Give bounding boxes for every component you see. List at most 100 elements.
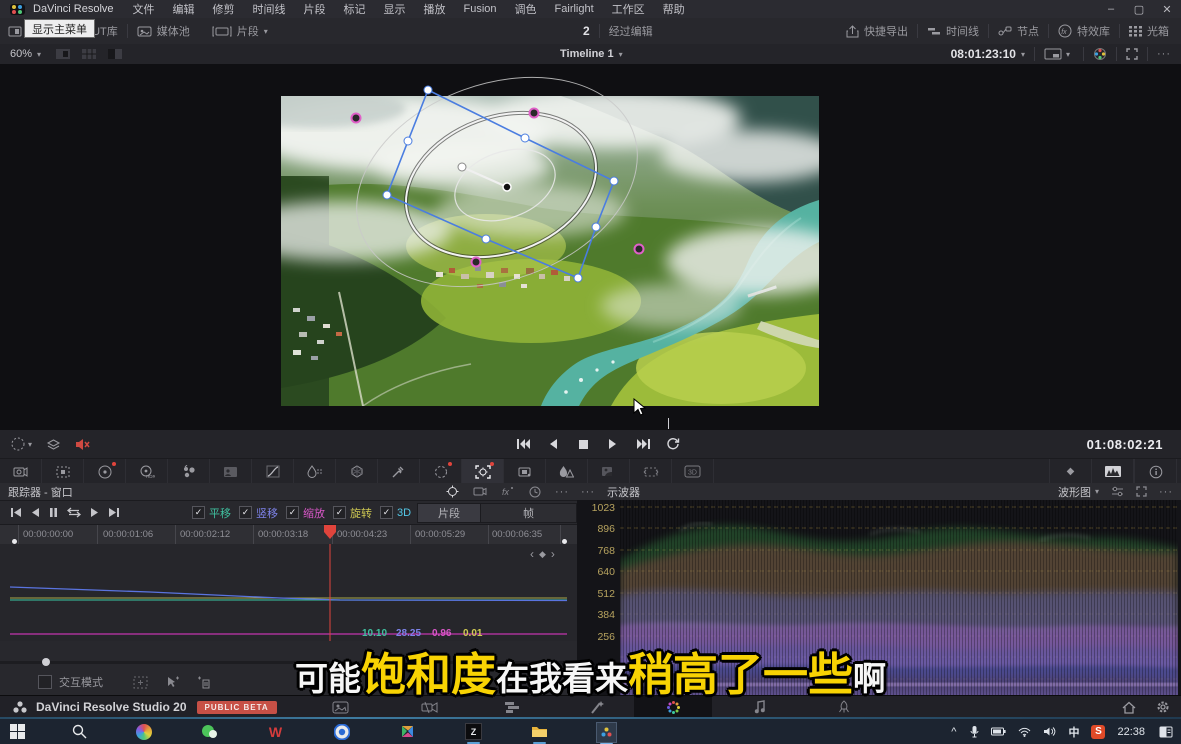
scope-options-menu[interactable]: ··· — [1159, 486, 1173, 498]
browser-app-icon[interactable] — [332, 722, 351, 741]
slider-handle[interactable] — [42, 658, 50, 666]
clips-button[interactable]: 片段 ▾ — [212, 23, 268, 39]
color-match-tab[interactable] — [42, 459, 84, 484]
menu-workspace[interactable]: 工作区 — [612, 1, 645, 17]
next-keyframe-icon[interactable]: › — [551, 547, 555, 561]
photos-app-icon[interactable] — [134, 722, 153, 741]
scope-settings-icon[interactable] — [1111, 486, 1124, 497]
window-close-button[interactable]: ✕ — [1153, 0, 1181, 18]
info-panel-button[interactable] — [1134, 459, 1177, 484]
analyze-3d-checkbox[interactable]: ✓ 3D — [380, 506, 411, 519]
timeline-selector[interactable]: Timeline 1 ▾ — [560, 48, 623, 60]
menu-fusion[interactable]: Fusion — [464, 3, 497, 15]
insert-tracker-box-icon[interactable] — [133, 676, 148, 689]
effects-library-button[interactable]: fx 特效库 — [1058, 23, 1110, 39]
track-to-end-button[interactable] — [108, 507, 120, 518]
split-view-icon[interactable] — [81, 48, 97, 60]
lightbox-button[interactable]: 光箱 — [1129, 23, 1169, 39]
window-tab[interactable] — [420, 459, 462, 484]
timelines-button[interactable]: 时间线 — [927, 23, 979, 39]
curves-tab[interactable] — [252, 459, 294, 484]
stop-button[interactable] — [572, 436, 594, 452]
camera-tracker-icon[interactable] — [473, 486, 487, 497]
color-wheels-tab[interactable] — [84, 459, 126, 484]
app-logo-icon[interactable] — [10, 4, 25, 15]
gallery-button[interactable] — [8, 26, 22, 37]
menu-timeline[interactable]: 时间线 — [253, 1, 286, 17]
viewer-timecode-box[interactable]: 08:01:23:10 ▾ — [951, 47, 1025, 61]
viewer-options-menu[interactable]: ··· — [1157, 48, 1171, 60]
menu-file[interactable]: 文件 — [133, 1, 155, 17]
step-back-button[interactable] — [542, 436, 564, 452]
delete-tracker-point-icon[interactable] — [197, 676, 210, 689]
history-icon[interactable] — [529, 486, 541, 498]
menu-playback[interactable]: 播放 — [424, 1, 446, 17]
color-slice-tab[interactable] — [168, 459, 210, 484]
loop-button[interactable] — [662, 436, 684, 452]
add-tracker-point-icon[interactable] — [166, 676, 179, 689]
keyframe-nav[interactable]: ‹ ◆ › — [530, 547, 555, 561]
menu-color[interactable]: 调色 — [515, 1, 537, 17]
track-bidirectional-button[interactable] — [67, 507, 81, 518]
wps-app-icon[interactable]: W — [266, 722, 285, 741]
grade-preview-icon[interactable] — [1093, 47, 1107, 61]
play-button[interactable] — [602, 436, 624, 452]
track-backward-button[interactable] — [31, 507, 40, 518]
scopes-panel-button[interactable] — [1091, 459, 1134, 484]
mute-audio-icon[interactable] — [75, 438, 91, 451]
menu-view[interactable]: 显示 — [384, 1, 406, 17]
video-frame[interactable] — [281, 96, 819, 406]
notification-center-icon[interactable] — [1159, 726, 1173, 738]
expand-viewer-icon[interactable] — [1126, 48, 1138, 60]
running-dark-app-icon[interactable]: Z — [464, 722, 483, 741]
taskbar-clock[interactable]: 22:38 — [1117, 726, 1145, 738]
blur-tab[interactable] — [546, 459, 588, 484]
format-monitor-icon[interactable] — [1044, 48, 1062, 60]
wechat-app-icon[interactable] — [200, 722, 219, 741]
fusion-tracker-icon[interactable]: fx — [501, 486, 515, 497]
menu-clip[interactable]: 片段 — [304, 1, 326, 17]
scope-mode-select[interactable]: 波形图 ▾ — [1058, 484, 1099, 500]
hdr-grade-tab[interactable]: HDR — [126, 459, 168, 484]
window-chevron-icon[interactable]: ▾ — [28, 440, 32, 449]
start-button[interactable] — [8, 722, 27, 741]
analyze-zoom-checkbox[interactable]: ✓ 缩放 — [286, 505, 325, 521]
tracker-tab[interactable] — [462, 459, 504, 484]
window-minimize-button[interactable]: – — [1097, 0, 1125, 18]
davinci-taskbar-icon[interactable] — [596, 722, 617, 743]
single-viewer-icon[interactable] — [55, 48, 71, 60]
sizing-tab[interactable] — [630, 459, 672, 484]
tray-mic-icon[interactable] — [970, 725, 979, 738]
tray-ime-indicator[interactable]: 中 — [1068, 724, 1079, 740]
menu-help[interactable]: 帮助 — [663, 1, 685, 17]
menu-fairlight[interactable]: Fairlight — [555, 3, 594, 15]
tab-clip[interactable]: 片段 — [417, 503, 481, 523]
tracker-target-icon[interactable] — [446, 485, 459, 498]
last-frame-button[interactable] — [632, 436, 654, 452]
picker-tab[interactable] — [378, 459, 420, 484]
color-warper-tab[interactable] — [336, 459, 378, 484]
keyframe-icon[interactable]: ◆ — [539, 549, 546, 560]
file-explorer-icon[interactable] — [530, 722, 549, 741]
first-frame-button[interactable] — [512, 436, 534, 452]
pinned-app-x-icon[interactable] — [398, 722, 417, 741]
magic-mask-tab[interactable] — [210, 459, 252, 484]
nodes-button[interactable]: 节点 — [998, 23, 1039, 39]
keyframes-panel-button[interactable]: ◆ — [1049, 459, 1091, 484]
stereo-3d-tab[interactable]: 3D — [672, 459, 714, 484]
menu-mark[interactable]: 标记 — [344, 1, 366, 17]
media-pool-button[interactable]: 媒体池 — [137, 23, 190, 39]
monitor-chevron-icon[interactable]: ▾ — [1066, 50, 1070, 59]
camera-raw-tab[interactable] — [0, 459, 42, 484]
analyze-tilt-checkbox[interactable]: ✓ 竖移 — [239, 505, 278, 521]
home-button[interactable] — [1114, 696, 1144, 718]
tracker-graph[interactable]: 10.10 28.25 0.96 0.01 — [0, 544, 577, 641]
tab-frame[interactable]: 帧 — [480, 503, 577, 523]
window-maximize-button[interactable]: ▢ — [1125, 0, 1153, 18]
tracker-ruler[interactable]: 00:00:00:00 00:00:01:06 00:00:02:12 00:0… — [0, 524, 577, 546]
zoom-select[interactable]: 60% ▾ — [10, 48, 41, 60]
panel-divider-menu[interactable]: ··· — [581, 486, 595, 498]
search-icon[interactable] — [70, 722, 89, 741]
tray-sogou-icon[interactable]: S — [1091, 725, 1105, 739]
analyze-pan-checkbox[interactable]: ✓ 平移 — [192, 505, 231, 521]
